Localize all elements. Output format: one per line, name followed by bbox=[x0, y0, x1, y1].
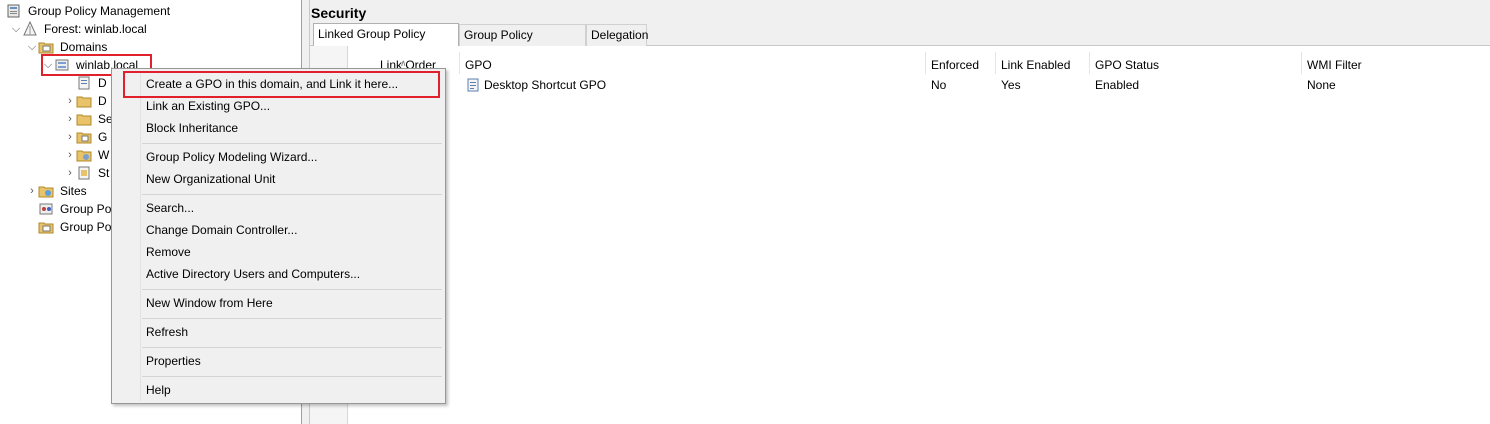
tree-label-gp-modeling: Group Po bbox=[60, 202, 112, 216]
tree-item-child[interactable]: › D bbox=[64, 92, 109, 110]
tree-label-child: D bbox=[98, 94, 107, 108]
sites-icon bbox=[38, 183, 54, 199]
tree-item-sites[interactable]: › Sites bbox=[26, 182, 89, 200]
tree-item-child[interactable]: › G bbox=[64, 128, 109, 146]
menu-item-change-dc[interactable]: Change Domain Controller... bbox=[146, 220, 297, 240]
linked-gpo-list: ∧ Link Order GPO Enforced Link Enabled G… bbox=[310, 46, 1490, 424]
tree-label-root: Group Policy Management bbox=[28, 4, 171, 18]
menu-separator bbox=[142, 318, 442, 319]
menu-item-new-ou[interactable]: New Organizational Unit bbox=[146, 169, 275, 189]
gpo-link-icon bbox=[76, 75, 92, 91]
tree-item-root[interactable]: Group Policy Management bbox=[2, 2, 172, 20]
list-header: ∧ Link Order GPO Enforced Link Enabled G… bbox=[348, 52, 1490, 74]
col-wmi-filter[interactable]: WMI Filter bbox=[1302, 52, 1490, 74]
forest-icon bbox=[22, 21, 38, 37]
menu-item-properties[interactable]: Properties bbox=[146, 351, 201, 371]
context-menu: Create a GPO in this domain, and Link it… bbox=[111, 68, 446, 404]
starter-gpo-icon bbox=[76, 165, 92, 181]
tree-item-forest[interactable]: ⌵ Forest: winlab.local bbox=[10, 20, 149, 38]
menu-item-block-inheritance[interactable]: Block Inheritance bbox=[146, 118, 238, 138]
domains-folder-icon bbox=[38, 39, 54, 55]
chevron-down-icon[interactable]: ⌵ bbox=[26, 38, 38, 56]
menu-gutter bbox=[140, 71, 141, 401]
menu-item-remove[interactable]: Remove bbox=[146, 242, 191, 262]
gpo-name: Desktop Shortcut GPO bbox=[484, 77, 607, 92]
tab-linked-gpos[interactable]: Linked Group Policy Objects bbox=[313, 23, 459, 61]
gpo-icon bbox=[465, 77, 481, 93]
col-gpo-status[interactable]: GPO Status bbox=[1090, 52, 1302, 74]
chevron-right-icon[interactable]: › bbox=[64, 92, 76, 110]
menu-item-refresh[interactable]: Refresh bbox=[146, 322, 188, 342]
cell-wmi-filter: None bbox=[1307, 77, 1336, 92]
tree-item-child[interactable]: › St bbox=[64, 164, 111, 182]
tree-item-child[interactable]: › W bbox=[64, 146, 111, 164]
tree-label-child: St bbox=[98, 166, 110, 180]
ou-folder-icon bbox=[76, 93, 92, 109]
details-pane: Security Linked Group Policy Objects Gro… bbox=[310, 0, 1490, 424]
tree-label-child: D bbox=[98, 76, 107, 90]
col-link-enabled[interactable]: Link Enabled bbox=[996, 52, 1090, 74]
cell-enforced: No bbox=[931, 77, 947, 92]
tab-gp-inheritance[interactable]: Group Policy Inheritance bbox=[459, 24, 586, 62]
cell-gpo-status: Enabled bbox=[1095, 77, 1140, 92]
menu-separator bbox=[142, 194, 442, 195]
tree-item-child[interactable]: D bbox=[64, 74, 109, 92]
menu-item-new-window[interactable]: New Window from Here bbox=[146, 293, 273, 313]
col-enforced[interactable]: Enforced bbox=[926, 52, 996, 74]
tree-label-forest: Forest: winlab.local bbox=[44, 22, 147, 36]
menu-separator bbox=[142, 347, 442, 348]
menu-item-search[interactable]: Search... bbox=[146, 198, 194, 218]
gp-results-icon bbox=[38, 219, 54, 235]
chevron-right-icon[interactable]: › bbox=[64, 146, 76, 164]
highlight-create-gpo bbox=[123, 71, 440, 98]
details-title: Security bbox=[310, 0, 1490, 24]
gp-modeling-icon bbox=[38, 201, 54, 217]
chevron-right-icon[interactable]: › bbox=[26, 182, 38, 200]
wmi-folder-icon bbox=[76, 147, 92, 163]
menu-separator bbox=[142, 376, 442, 377]
col-gpo[interactable]: GPO bbox=[460, 52, 926, 74]
menu-item-modeling-wizard[interactable]: Group Policy Modeling Wizard... bbox=[146, 147, 317, 167]
tree-label-sites: Sites bbox=[60, 184, 87, 198]
tree-label-child: G bbox=[98, 130, 108, 144]
menu-separator bbox=[142, 143, 442, 144]
chevron-right-icon[interactable]: › bbox=[64, 164, 76, 182]
cell-link-enabled: Yes bbox=[1001, 77, 1021, 92]
tree-label-gp-results: Group Po bbox=[60, 220, 112, 234]
chevron-right-icon[interactable]: › bbox=[64, 128, 76, 146]
chevron-right-icon[interactable]: › bbox=[64, 110, 76, 128]
ou-folder-icon bbox=[76, 111, 92, 127]
gpo-folder-icon bbox=[76, 129, 92, 145]
tab-delegation[interactable]: Delegation bbox=[586, 24, 648, 46]
menu-item-link-existing-gpo[interactable]: Link an Existing GPO... bbox=[146, 96, 270, 116]
tree-item-gp-results[interactable]: Group Po bbox=[38, 218, 113, 236]
menu-item-aduc[interactable]: Active Directory Users and Computers... bbox=[146, 264, 360, 284]
tree-label-child: W bbox=[98, 148, 110, 162]
table-row[interactable]: Desktop Shortcut GPO No Yes Enabled None bbox=[348, 76, 1490, 94]
tree-item-gp-modeling[interactable]: Group Po bbox=[38, 200, 113, 218]
cell-gpo: Desktop Shortcut GPO bbox=[460, 76, 926, 94]
menu-item-help[interactable]: Help bbox=[146, 380, 171, 400]
tab-strip: Linked Group Policy Objects Group Policy… bbox=[310, 23, 1490, 62]
chevron-down-icon[interactable]: ⌵ bbox=[10, 20, 22, 38]
gpm-icon bbox=[6, 3, 22, 19]
tree-item-child[interactable]: › Se bbox=[64, 110, 115, 128]
menu-separator bbox=[142, 289, 442, 290]
